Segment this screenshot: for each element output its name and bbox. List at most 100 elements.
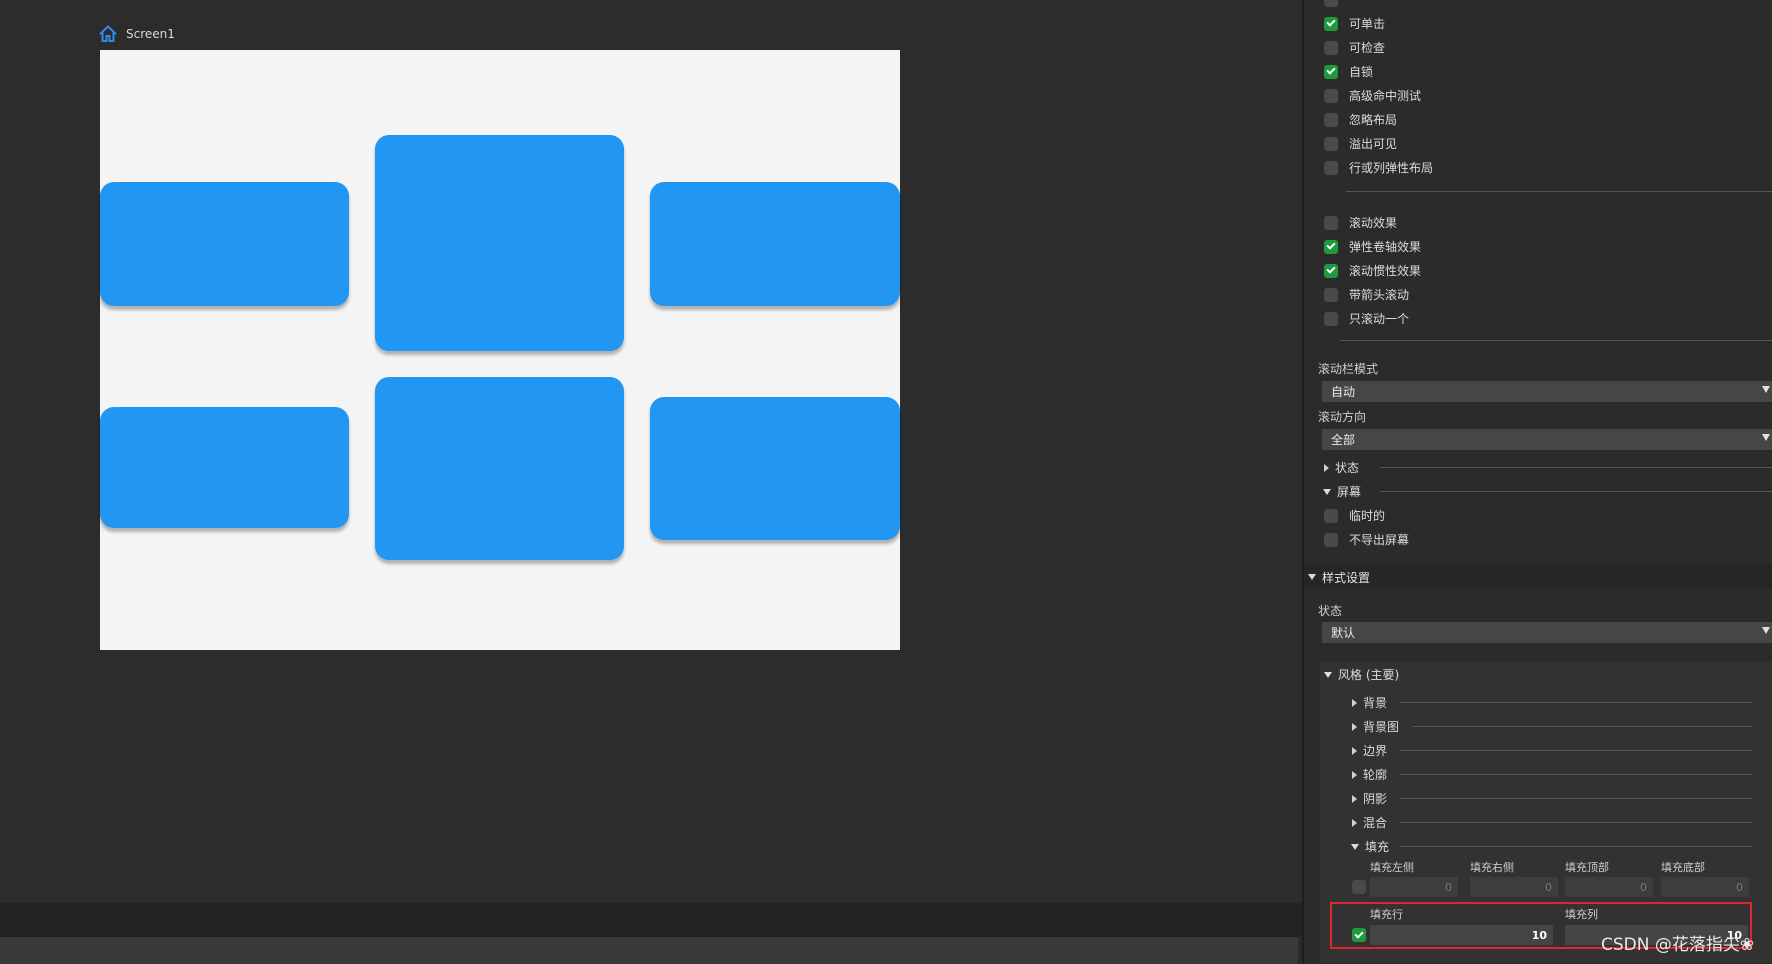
horizontal-scrollbar[interactable]	[0, 936, 1298, 964]
checkbox-elastic-scroll[interactable]	[1324, 239, 1338, 254]
pad-left-label: 填充左侧	[1370, 861, 1414, 874]
card-1[interactable]	[100, 182, 349, 306]
subgroup-shadow[interactable]: 阴影	[1352, 790, 1387, 807]
flag-label: 弹性卷轴效果	[1349, 240, 1422, 254]
card-6[interactable]	[650, 397, 900, 540]
checkbox-flex-layout[interactable]	[1324, 160, 1338, 175]
scrollbar-mode-label: 滚动栏模式	[1318, 362, 1379, 376]
collapse-arrow-icon	[1308, 574, 1316, 580]
card-5[interactable]	[375, 377, 624, 560]
subgroup-label: 填充	[1365, 840, 1390, 854]
flag-arrow-scroll[interactable]: 带箭头滚动	[1324, 286, 1409, 303]
scrollbar-mode-select[interactable]: 自动	[1322, 381, 1772, 402]
flag-elastic-scroll[interactable]: 弹性卷轴效果	[1324, 238, 1421, 255]
flag-scroll-effect[interactable]: 滚动效果	[1324, 214, 1397, 231]
checkbox-clickable[interactable]	[1324, 16, 1338, 31]
pad-bottom-input[interactable]: 0	[1661, 877, 1749, 897]
flag-label: 不导出屏幕	[1349, 533, 1410, 547]
subgroup-bg-image[interactable]: 背景图	[1352, 718, 1399, 735]
subgroup-background[interactable]: 背景	[1352, 694, 1387, 711]
checkbox-checkable[interactable]	[1324, 40, 1338, 55]
divider	[1400, 702, 1752, 703]
card-3[interactable]	[650, 182, 900, 306]
subgroup-label: 背景图	[1363, 720, 1400, 734]
flag-label: 溢出可见	[1349, 137, 1398, 151]
subgroup-label: 边界	[1363, 744, 1388, 758]
flag-checkable[interactable]: 可检查	[1324, 39, 1385, 56]
dropdown-arrow-icon	[1762, 434, 1770, 441]
group-label: 屏幕	[1337, 485, 1362, 499]
flag-flex-layout[interactable]: 行或列弹性布局	[1324, 159, 1433, 176]
pad-top-input[interactable]: 0	[1565, 877, 1653, 897]
subgroup-border[interactable]: 边界	[1352, 742, 1387, 759]
subgroup-outline[interactable]: 轮廓	[1352, 766, 1387, 783]
checkbox-self-lock[interactable]	[1324, 64, 1338, 79]
flag-adv-hittest[interactable]: 高级命中测试	[1324, 87, 1421, 104]
divider	[1380, 491, 1772, 492]
pad-top-label: 填充顶部	[1565, 861, 1609, 874]
properties-panel: 可单击 可检查 自锁 高级命中测试 忽略布局 溢出可见 行或列弹性布局 滚动效果…	[1304, 0, 1772, 963]
flag-temporary[interactable]: 临时的	[1324, 507, 1385, 524]
divider	[1346, 191, 1772, 192]
card-2[interactable]	[375, 135, 624, 351]
flag-label: 只滚动一个	[1349, 312, 1410, 326]
expand-arrow-icon	[1324, 463, 1329, 472]
divider	[1380, 467, 1772, 468]
subgroup-label: 阴影	[1363, 792, 1388, 806]
flag-self-lock[interactable]: 自锁	[1324, 63, 1373, 80]
checkbox-scroll-effect[interactable]	[1324, 215, 1338, 230]
subgroup-label: 混合	[1363, 816, 1388, 830]
style-state-select[interactable]: 默认	[1322, 622, 1772, 643]
divider	[1412, 726, 1752, 727]
group-screen[interactable]: 屏幕	[1323, 483, 1361, 500]
flag-ignore-layout[interactable]: 忽略布局	[1324, 111, 1397, 128]
expand-arrow-icon	[1352, 746, 1357, 755]
pad-right-input[interactable]: 0	[1470, 877, 1558, 897]
scroll-direction-label: 滚动方向	[1318, 410, 1367, 424]
group-label: 状态	[1335, 461, 1360, 475]
flag-label: 忽略布局	[1349, 113, 1398, 127]
divider	[1400, 846, 1752, 847]
expand-arrow-icon	[1352, 794, 1357, 803]
group-state[interactable]: 状态	[1324, 459, 1359, 476]
style-settings-header[interactable]: 样式设置	[1304, 565, 1772, 589]
subgroup-padding[interactable]: 填充	[1351, 838, 1389, 855]
expand-arrow-icon	[1352, 770, 1357, 779]
checkbox-pad-lrtb[interactable]	[1352, 880, 1366, 894]
flag-no-export[interactable]: 不导出屏幕	[1324, 531, 1409, 548]
checkbox-temporary[interactable]	[1324, 508, 1338, 523]
subgroup-blend[interactable]: 混合	[1352, 814, 1387, 831]
dropdown-arrow-icon	[1762, 627, 1770, 634]
flag-scroll-one[interactable]: 只滚动一个	[1324, 310, 1409, 327]
checkbox-arrow-scroll[interactable]	[1324, 287, 1338, 302]
flag-clickable[interactable]: 可单击	[1324, 15, 1385, 32]
screen-tab[interactable]: Screen1	[98, 24, 175, 44]
checkbox-ignore-layout[interactable]	[1324, 112, 1338, 127]
flag-overflow-visible[interactable]: 溢出可见	[1324, 135, 1397, 152]
group-style-main[interactable]: 风格 (主要)	[1324, 666, 1399, 683]
card-4[interactable]	[100, 407, 349, 528]
scroll-direction-select[interactable]: 全部	[1322, 429, 1772, 450]
checkbox[interactable]	[1324, 0, 1338, 7]
collapse-arrow-icon	[1323, 488, 1331, 495]
flag-label: 滚动惯性效果	[1349, 264, 1422, 278]
divider	[1400, 750, 1752, 751]
pad-right-label: 填充右侧	[1470, 861, 1514, 874]
checkbox-overflow-visible[interactable]	[1324, 136, 1338, 151]
home-icon	[99, 25, 117, 42]
pad-left-input[interactable]: 0	[1370, 877, 1458, 897]
flag-label: 带箭头滚动	[1349, 288, 1410, 302]
divider	[1340, 340, 1772, 341]
group-label: 风格 (主要)	[1338, 668, 1400, 682]
flag-row-partial[interactable]	[1324, 0, 1349, 7]
checkbox-adv-hittest[interactable]	[1324, 88, 1338, 103]
checkbox-scroll-one[interactable]	[1324, 311, 1338, 326]
checkbox-no-export[interactable]	[1324, 532, 1338, 547]
screen-preview[interactable]	[100, 50, 900, 650]
canvas-area: Screen1	[0, 0, 1302, 903]
flag-scroll-momentum[interactable]: 滚动惯性效果	[1324, 262, 1421, 279]
checkbox-scroll-momentum[interactable]	[1324, 263, 1338, 278]
select-value: 自动	[1331, 385, 1356, 399]
flag-label: 可检查	[1349, 41, 1386, 55]
divider	[1400, 774, 1752, 775]
